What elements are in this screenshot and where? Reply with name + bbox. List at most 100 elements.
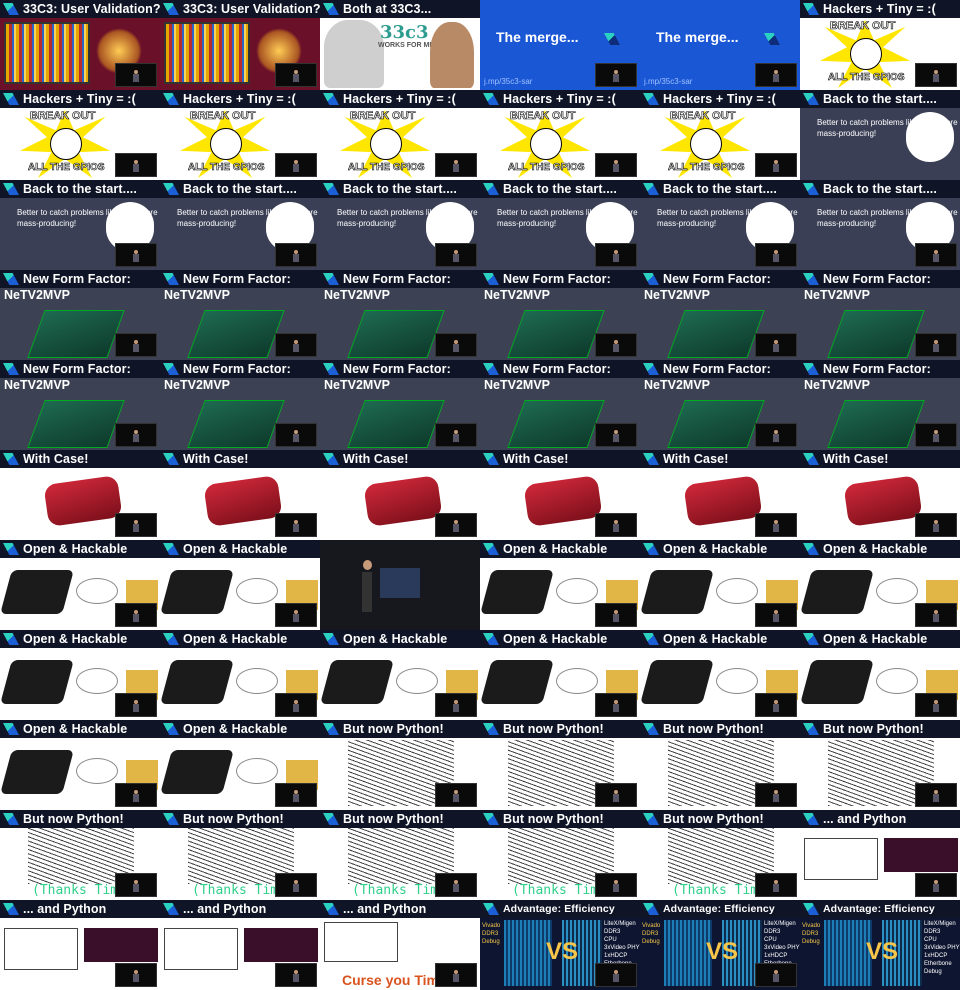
slide-thumbnail[interactable]: Open & Hackable — [160, 630, 320, 720]
slide-thumbnail[interactable]: ... and Python — [800, 810, 960, 900]
slide-thumbnail[interactable]: ... and Python Curse you Tim — [320, 900, 480, 990]
slide-thumbnail[interactable]: Open & Hackable — [480, 540, 640, 630]
slide-subtitle: NeTV2MVP — [4, 378, 70, 392]
slide-thumbnail[interactable]: The merge... j.mp/35c3-sar — [640, 0, 800, 90]
slide-title-bar: Advantage: Efficiency — [480, 900, 640, 918]
slide-thumbnail[interactable]: Back to the start.... Better to catch pro… — [800, 180, 960, 270]
slide-thumbnail[interactable]: Open & Hackable — [0, 630, 160, 720]
slide-thumbnail[interactable]: But now Python! (Thanks Tim — [640, 810, 800, 900]
speaker-camera-inset — [595, 873, 637, 897]
corner-logo-icon — [764, 33, 780, 45]
slide-thumbnail[interactable]: Open & Hackable — [640, 540, 800, 630]
slide-thumbnail[interactable]: But now Python! (Thanks Tim — [480, 810, 640, 900]
slide-thumbnail[interactable]: Back to the start.... Better to catch pro… — [800, 90, 960, 180]
slide-thumbnail[interactable]: Open & Hackable — [0, 720, 160, 810]
slide-thumbnail[interactable]: With Case! — [800, 450, 960, 540]
slide-title-bar: Open & Hackable — [0, 720, 160, 738]
slide-thumbnail[interactable] — [320, 540, 480, 630]
slide-thumbnail[interactable]: Back to the start.... Better to catch pro… — [160, 180, 320, 270]
conference-logo-icon — [323, 633, 339, 645]
conference-logo-icon — [163, 363, 179, 375]
slide-thumbnail[interactable]: The merge... j.mp/35c3-sar — [480, 0, 640, 90]
slide-thumbnail[interactable]: Hackers + Tiny = :(BREAK OUT ALL THE GPIO… — [640, 90, 800, 180]
slide-thumbnail[interactable]: New Form Factor: NeTV2MVP — [0, 270, 160, 360]
slide-thumbnail[interactable]: Back to the start.... Better to catch pro… — [0, 180, 160, 270]
slide-thumbnail[interactable]: Open & Hackable — [480, 630, 640, 720]
slide-thumbnail[interactable]: Back to the start.... Better to catch pro… — [480, 180, 640, 270]
slide-thumbnail[interactable]: Hackers + Tiny = :(BREAK OUT ALL THE GPIO… — [320, 90, 480, 180]
slide-thumbnail[interactable]: But now Python! — [640, 720, 800, 810]
speaker-camera-inset — [595, 243, 637, 267]
slide-thumbnail[interactable]: New Form Factor: NeTV2MVP — [320, 360, 480, 450]
slide-thumbnail[interactable]: New Form Factor: NeTV2MVP — [480, 360, 640, 450]
slide-thumbnail[interactable]: Open & Hackable — [0, 540, 160, 630]
speaker-camera-inset — [595, 963, 637, 987]
slide-thumbnail[interactable]: ... and Python — [160, 900, 320, 990]
speaker-camera-inset — [915, 783, 957, 807]
slide-title: ... and Python — [183, 902, 267, 916]
slide-thumbnail[interactable]: But now Python! — [320, 720, 480, 810]
slide-thumbnail[interactable]: ... and Python — [0, 900, 160, 990]
slide-thumbnail[interactable]: Hackers + Tiny = :(BREAK OUT ALL THE GPIO… — [800, 0, 960, 90]
conference-logo-icon — [323, 453, 339, 465]
conference-logo-icon — [3, 273, 19, 285]
slide-thumbnail[interactable]: New Form Factor: NeTV2MVP — [160, 270, 320, 360]
slide-thumbnail[interactable]: New Form Factor: NeTV2MVP — [480, 270, 640, 360]
slide-thumbnail[interactable]: Both at 33C3... 33c3 WORKS FOR ME — [320, 0, 480, 90]
meme-face — [850, 38, 882, 70]
cable-image — [76, 578, 118, 604]
slide-thumbnail[interactable]: But now Python! (Thanks Tim — [320, 810, 480, 900]
speaker-camera-inset — [915, 243, 957, 267]
slide-thumbnail[interactable]: Open & Hackable — [800, 540, 960, 630]
slide-thumbnail[interactable]: But now Python! — [800, 720, 960, 810]
slide-thumbnail[interactable]: With Case! — [160, 450, 320, 540]
slide-thumbnail[interactable]: With Case! — [0, 450, 160, 540]
conference-logo-icon — [163, 183, 179, 195]
slide-thumbnail[interactable]: 33C3: User Validation? — [0, 0, 160, 90]
slide-thumbnail[interactable]: Open & Hackable — [160, 720, 320, 810]
conference-logo-icon — [163, 3, 179, 15]
slide-title-bar: Open & Hackable — [160, 630, 320, 648]
slide-thumbnail[interactable]: New Form Factor: NeTV2MVP — [320, 270, 480, 360]
slide-thumbnail[interactable]: Open & Hackable — [320, 630, 480, 720]
slide-thumbnail[interactable]: Advantage: Efficiency VS Vivado DDR3 Debug… — [800, 900, 960, 990]
speaker-camera-inset — [755, 783, 797, 807]
slide-thumbnail[interactable]: Back to the start.... Better to catch pro… — [320, 180, 480, 270]
conference-logo-icon — [803, 183, 819, 195]
conference-logo-icon — [643, 453, 659, 465]
slide-thumbnail[interactable]: Advantage: Efficiency VS Vivado DDR3 Debug… — [480, 900, 640, 990]
slide-thumbnail[interactable]: Hackers + Tiny = :(BREAK OUT ALL THE GPIO… — [480, 90, 640, 180]
slide-thumbnail[interactable]: With Case! — [640, 450, 800, 540]
device-image — [800, 570, 874, 614]
speaker-camera-inset — [115, 963, 157, 987]
slide-thumbnail[interactable]: With Case! — [320, 450, 480, 540]
slide-thumbnail[interactable]: New Form Factor: NeTV2MVP — [160, 360, 320, 450]
slide-thumbnail[interactable]: Advantage: Efficiency VS Vivado DDR3 Debug… — [640, 900, 800, 990]
slide-thumbnail[interactable]: Open & Hackable — [800, 630, 960, 720]
device-image — [160, 570, 234, 614]
speaker-camera-inset — [435, 243, 477, 267]
slide-thumbnail[interactable]: New Form Factor: NeTV2MVP — [0, 360, 160, 450]
cable-image — [556, 578, 598, 604]
conference-logo-icon — [3, 93, 19, 105]
slide-thumbnail[interactable]: New Form Factor: NeTV2MVP — [640, 270, 800, 360]
slide-thumbnail[interactable]: New Form Factor: NeTV2MVP — [640, 360, 800, 450]
left-spec: Vivado DDR3 Debug — [802, 923, 821, 945]
slide-thumbnail[interactable]: Open & Hackable — [640, 630, 800, 720]
slide-thumbnail[interactable]: 33C3: User Validation? — [160, 0, 320, 90]
device-image — [640, 660, 714, 704]
slide-thumbnail[interactable]: New Form Factor: NeTV2MVP — [800, 360, 960, 450]
slide-title-bar: Both at 33C3... — [320, 0, 480, 18]
slide-thumbnail[interactable]: Hackers + Tiny = :(BREAK OUT ALL THE GPIO… — [0, 90, 160, 180]
slide-thumbnail[interactable]: Back to the start.... Better to catch pro… — [640, 180, 800, 270]
slide-thumbnail[interactable]: With Case! — [480, 450, 640, 540]
slide-thumbnail[interactable]: But now Python! (Thanks Tim — [160, 810, 320, 900]
speaker-camera-inset — [115, 603, 157, 627]
conference-logo-icon — [483, 723, 499, 735]
slide-thumbnail[interactable]: But now Python! (Thanks Tim — [0, 810, 160, 900]
meme-bottom-text: ALL THE GPIOS — [668, 162, 745, 174]
slide-thumbnail[interactable]: Hackers + Tiny = :(BREAK OUT ALL THE GPIO… — [160, 90, 320, 180]
slide-thumbnail[interactable]: Open & Hackable — [160, 540, 320, 630]
slide-thumbnail[interactable]: New Form Factor: NeTV2MVP — [800, 270, 960, 360]
slide-thumbnail[interactable]: But now Python! — [480, 720, 640, 810]
